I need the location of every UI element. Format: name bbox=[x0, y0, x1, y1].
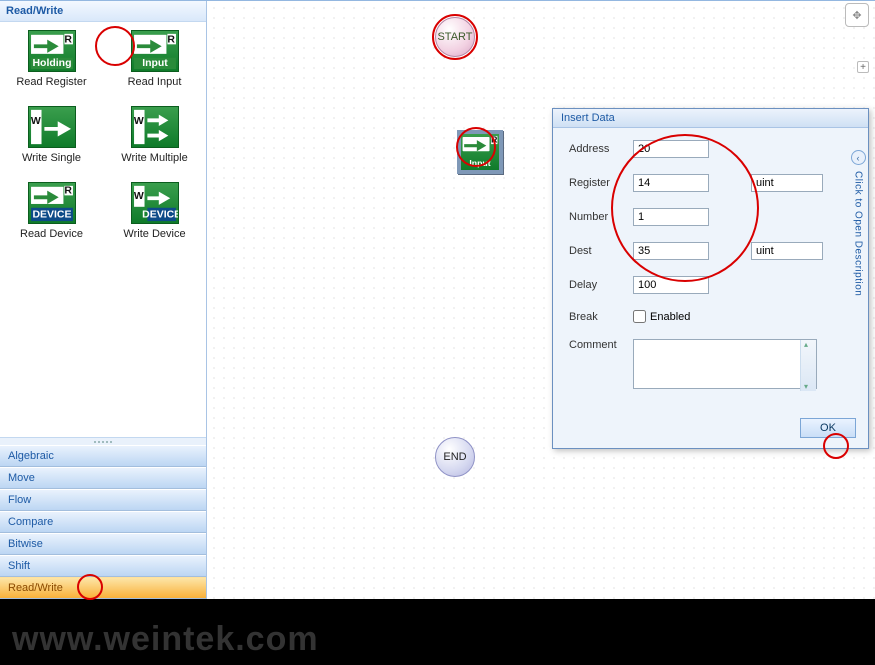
write-device-icon: W DEVICE bbox=[131, 182, 179, 224]
category-compare[interactable]: Compare bbox=[0, 511, 206, 533]
sidebar-tools: R Holding Read Register R Input Read Input W Wr… bbox=[0, 22, 206, 438]
description-toggle[interactable]: ‹ Click to Open Description bbox=[850, 150, 866, 450]
category-bitwise[interactable]: Bitwise bbox=[0, 533, 206, 555]
dest-select[interactable]: 35 bbox=[633, 242, 709, 260]
write-multiple-icon: W bbox=[131, 106, 179, 148]
fit-view-icon[interactable]: ✥ bbox=[845, 3, 869, 27]
end-label: END bbox=[443, 451, 466, 463]
register-type-select[interactable]: uint bbox=[751, 174, 823, 192]
sidebar-header: Read/Write bbox=[0, 1, 206, 22]
enabled-label: Enabled bbox=[650, 311, 690, 323]
break-checkbox[interactable] bbox=[633, 310, 646, 323]
tool-write-device[interactable]: W DEVICE Write Device bbox=[115, 182, 195, 240]
register-label: Register bbox=[569, 177, 633, 189]
delay-label: Delay bbox=[569, 279, 633, 291]
sidebar: Read/Write R Holding Read Register R Input Re… bbox=[0, 1, 207, 599]
scrollbar[interactable] bbox=[800, 340, 816, 391]
category-algebraic[interactable]: Algebraic bbox=[0, 445, 206, 467]
dest-type-select[interactable]: uint bbox=[751, 242, 823, 260]
tool-write-single[interactable]: W Write Single bbox=[12, 106, 92, 164]
svg-text:W: W bbox=[30, 116, 40, 127]
category-move[interactable]: Move bbox=[0, 467, 206, 489]
svg-text:R: R bbox=[64, 185, 72, 196]
tool-write-multiple[interactable]: W Write Multiple bbox=[115, 106, 195, 164]
category-readwrite[interactable]: Read/Write bbox=[0, 577, 206, 599]
svg-text:Holding: Holding bbox=[32, 58, 71, 69]
number-field[interactable] bbox=[633, 208, 709, 226]
tool-label: Read Input bbox=[128, 76, 182, 88]
dest-label: Dest bbox=[569, 245, 633, 257]
delay-field[interactable] bbox=[633, 276, 709, 294]
tool-label: Write Device bbox=[123, 228, 185, 240]
svg-text:R: R bbox=[64, 34, 72, 45]
register-field[interactable] bbox=[633, 174, 709, 192]
tool-label: Write Single bbox=[22, 152, 81, 164]
svg-text:DEVICE: DEVICE bbox=[142, 209, 178, 220]
break-label: Break bbox=[569, 311, 633, 323]
read-input-icon: R Input bbox=[131, 30, 179, 72]
read-register-icon: R Holding bbox=[28, 30, 76, 72]
read-input-icon: R Input bbox=[461, 134, 499, 170]
tool-read-device[interactable]: R DEVICE Read Device bbox=[12, 182, 92, 240]
svg-text:Input: Input bbox=[469, 158, 490, 168]
dialog-title: Insert Data bbox=[553, 109, 868, 128]
start-node[interactable]: START bbox=[435, 17, 475, 57]
tool-read-register[interactable]: R Holding Read Register bbox=[12, 30, 92, 88]
tool-label: Read Device bbox=[20, 228, 83, 240]
svg-text:R: R bbox=[167, 34, 175, 45]
number-label: Number bbox=[569, 211, 633, 223]
sidebar-resize-handle[interactable] bbox=[0, 438, 206, 445]
write-single-icon: W bbox=[28, 106, 76, 148]
watermark-text: www.weintek.com bbox=[12, 620, 319, 659]
tool-label: Read Register bbox=[16, 76, 86, 88]
category-shift[interactable]: Shift bbox=[0, 555, 206, 577]
insert-data-dialog: Insert Data ‹ Click to Open Description … bbox=[552, 108, 869, 449]
canvas[interactable]: ✥ + START R Input END Insert Data bbox=[207, 1, 875, 599]
comment-textarea[interactable] bbox=[633, 339, 817, 389]
read-device-icon: R DEVICE bbox=[28, 182, 76, 224]
plus-button[interactable]: + bbox=[857, 61, 869, 73]
svg-text:R: R bbox=[491, 135, 498, 145]
svg-text:W: W bbox=[133, 191, 143, 202]
category-flow[interactable]: Flow bbox=[0, 489, 206, 511]
read-input-node[interactable]: R Input bbox=[457, 130, 503, 174]
address-label: Address bbox=[569, 143, 633, 155]
tool-read-input[interactable]: R Input Read Input bbox=[115, 30, 195, 88]
svg-text:W: W bbox=[133, 116, 143, 127]
svg-text:DEVICE: DEVICE bbox=[32, 209, 71, 220]
svg-text:Input: Input bbox=[142, 58, 168, 69]
start-label: START bbox=[437, 31, 472, 43]
comment-label: Comment bbox=[569, 339, 633, 351]
end-node[interactable]: END bbox=[435, 437, 475, 477]
chevron-left-icon[interactable]: ‹ bbox=[851, 150, 866, 165]
address-field[interactable] bbox=[633, 140, 709, 158]
ok-button[interactable]: OK bbox=[800, 418, 856, 438]
watermark-bar: www.weintek.com bbox=[0, 599, 875, 665]
tool-label: Write Multiple bbox=[121, 152, 187, 164]
